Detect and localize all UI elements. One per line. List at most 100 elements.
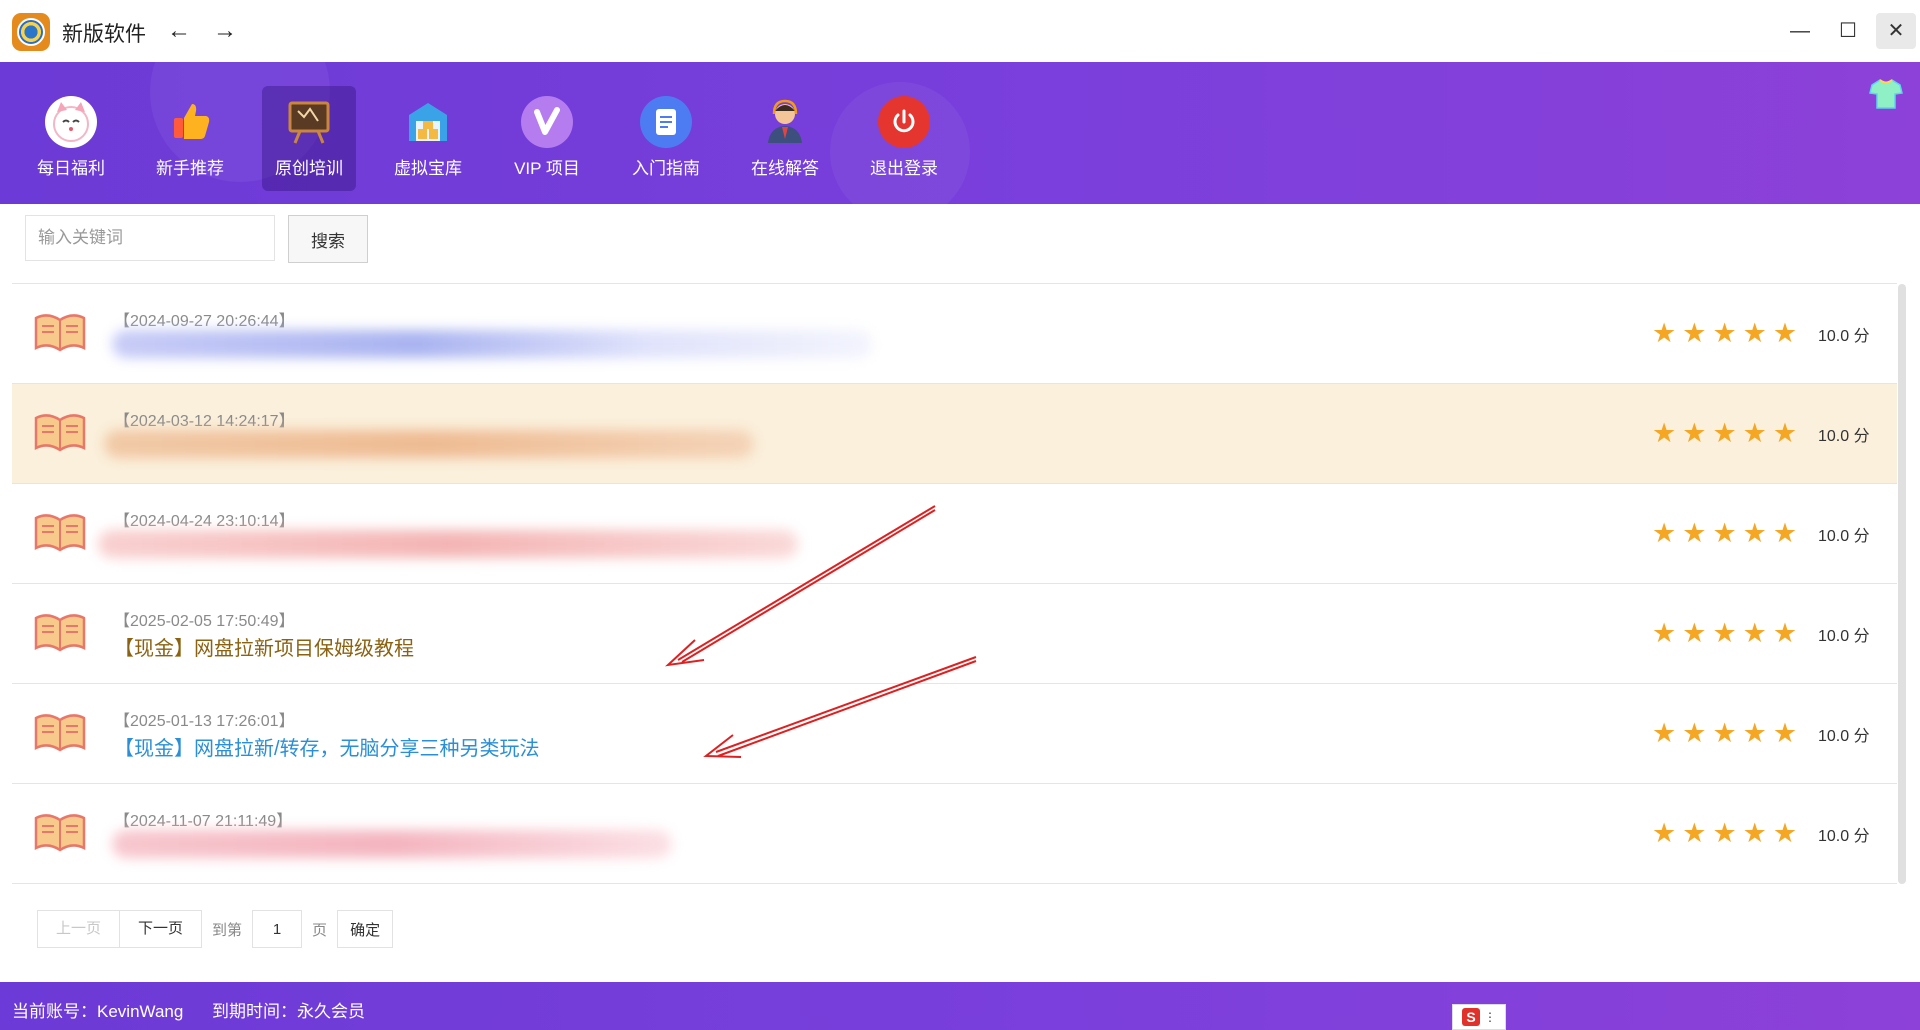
redacted-title — [112, 830, 672, 858]
star-icon: ★ — [1652, 718, 1677, 748]
status-bar: 当前账号：KevinWang 到期时间：永久会员 — [0, 982, 1920, 1030]
tool-label: 在线解答 — [751, 159, 819, 178]
list-item[interactable]: 【2024-09-27 20:26:44】 ★ ★ ★ ★ ★ 10.0 分 — [12, 284, 1897, 384]
star-icon: ★ — [1652, 318, 1677, 348]
rating-stars: ★ ★ ★ ★ ★ — [1652, 318, 1798, 348]
thumbs-up-icon — [164, 96, 216, 148]
prev-page-button[interactable]: 上一页 — [37, 910, 121, 948]
next-page-button[interactable]: 下一页 — [120, 910, 203, 948]
book-icon — [34, 510, 86, 554]
star-icon: ★ — [1712, 318, 1737, 348]
main-toolbar: 每日福利 新手推荐 原创培训 虚拟宝库 VIP 项目 入门指南 在线解答 退出登… — [0, 62, 1920, 204]
forward-arrow-icon[interactable]: → — [210, 16, 240, 46]
list-item[interactable]: 【2024-11-07 21:11:49】 ★ ★ ★ ★ ★ 10.0 分 — [12, 784, 1897, 884]
book-icon — [34, 810, 86, 854]
star-icon: ★ — [1682, 718, 1707, 748]
tool-beginner-guide[interactable]: 入门指南 — [619, 86, 713, 191]
star-icon: ★ — [1712, 818, 1737, 848]
list-scrollbar[interactable] — [1898, 284, 1906, 884]
star-icon: ★ — [1772, 318, 1798, 348]
tool-label: 虚拟宝库 — [394, 159, 462, 178]
back-arrow-icon[interactable]: ← — [164, 16, 194, 46]
star-icon: ★ — [1682, 418, 1707, 448]
item-score: 10.0 分 — [1818, 528, 1870, 545]
star-icon: ★ — [1682, 818, 1707, 848]
search-input[interactable] — [25, 215, 275, 261]
vip-icon — [521, 96, 573, 148]
maximize-button[interactable]: ☐ — [1828, 13, 1868, 49]
tool-original-training[interactable]: 原创培训 — [262, 86, 356, 191]
tshirt-icon[interactable] — [1868, 78, 1904, 110]
app-title: 新版软件 — [62, 23, 146, 46]
app-logo-icon — [12, 13, 50, 51]
star-icon: ★ — [1742, 418, 1767, 448]
item-score: 10.0 分 — [1818, 328, 1870, 345]
star-icon: ★ — [1772, 418, 1798, 448]
tool-daily-benefit[interactable]: 每日福利 — [24, 86, 118, 191]
item-score: 10.0 分 — [1818, 828, 1870, 845]
star-icon: ★ — [1742, 518, 1767, 548]
item-title[interactable]: 【现金】网盘拉新项目保姆级教程 — [114, 632, 414, 661]
star-icon: ★ — [1682, 618, 1707, 648]
tool-newbie-recommend[interactable]: 新手推荐 — [143, 86, 237, 191]
rating-stars: ★ ★ ★ ★ ★ — [1652, 418, 1798, 448]
warehouse-icon — [402, 96, 454, 148]
star-icon: ★ — [1712, 718, 1737, 748]
star-icon: ★ — [1772, 718, 1798, 748]
star-icon: ★ — [1712, 518, 1737, 548]
list-item[interactable]: 【2024-04-24 23:10:14】 ★ ★ ★ ★ ★ 10.0 分 — [12, 484, 1897, 584]
item-score: 10.0 分 — [1818, 428, 1870, 445]
tool-label: 退出登录 — [870, 159, 938, 178]
page-number-input[interactable] — [252, 910, 303, 948]
item-date: 【2024-04-24 23:10:14】 — [114, 513, 295, 530]
tool-online-answer[interactable]: 在线解答 — [738, 86, 832, 191]
ime-menu-icon: ⋮ — [1484, 1010, 1496, 1024]
list-item[interactable]: 【2025-01-13 17:26:01】 【现金】网盘拉新/转存，无脑分享三种… — [12, 684, 1897, 784]
pagination: 上一页 下一页 到第 页 确定 — [37, 910, 394, 948]
rating-stars: ★ ★ ★ ★ ★ — [1652, 518, 1798, 548]
star-icon: ★ — [1742, 618, 1767, 648]
book-icon — [34, 710, 86, 754]
expiry-label: 到期时间：永久会员 — [212, 1002, 365, 1021]
ime-logo: S — [1462, 1008, 1480, 1026]
item-title[interactable]: 【现金】网盘拉新/转存，无脑分享三种另类玩法 — [114, 732, 540, 761]
confirm-page-button[interactable]: 确定 — [337, 910, 394, 948]
book-icon — [34, 410, 86, 454]
close-button[interactable]: ✕ — [1876, 13, 1916, 49]
redacted-title — [104, 430, 754, 458]
item-date: 【2025-02-05 17:50:49】 — [114, 613, 295, 630]
star-icon: ★ — [1652, 818, 1677, 848]
content-panel: 搜索 【2024-09-27 20:26:44】 ★ ★ ★ ★ ★ 10.0 … — [12, 204, 1909, 982]
item-score: 10.0 分 — [1818, 628, 1870, 645]
support-agent-icon — [759, 96, 811, 148]
tool-vip-project[interactable]: VIP 项目 — [500, 86, 594, 191]
search-button[interactable]: 搜索 — [288, 215, 368, 263]
title-bar: 新版软件 ← → — ☐ ✕ — [0, 0, 1920, 62]
page-unit-label: 页 — [312, 921, 328, 939]
tool-virtual-vault[interactable]: 虚拟宝库 — [381, 86, 475, 191]
document-icon — [640, 96, 692, 148]
tool-label: 每日福利 — [37, 159, 105, 178]
star-icon: ★ — [1682, 518, 1707, 548]
star-icon: ★ — [1772, 618, 1798, 648]
rating-stars: ★ ★ ★ ★ ★ — [1652, 718, 1798, 748]
list-item[interactable]: 【2025-02-05 17:50:49】 【现金】网盘拉新项目保姆级教程 ★ … — [12, 584, 1897, 684]
redacted-title — [112, 330, 872, 358]
chalkboard-icon — [283, 96, 335, 148]
tool-label: 原创培训 — [275, 159, 343, 178]
star-icon: ★ — [1682, 318, 1707, 348]
list-item[interactable]: 【2024-03-12 14:24:17】 ★ ★ ★ ★ ★ 10.0 分 — [12, 384, 1897, 484]
book-icon — [34, 310, 86, 354]
book-icon — [34, 610, 86, 654]
ime-indicator-icon[interactable]: S ⋮ — [1452, 1004, 1506, 1030]
rating-stars: ★ ★ ★ ★ ★ — [1652, 818, 1797, 848]
tool-logout[interactable]: 退出登录 — [857, 86, 951, 191]
star-icon: ★ — [1712, 618, 1737, 648]
power-icon — [878, 96, 930, 148]
account-label: 当前账号：KevinWang — [12, 1002, 184, 1021]
star-icon: ★ — [1652, 518, 1677, 548]
star-icon: ★ — [1742, 718, 1767, 748]
minimize-button[interactable]: — — [1780, 13, 1820, 49]
tool-label: VIP 项目 — [514, 159, 580, 178]
star-icon: ★ — [1772, 518, 1798, 548]
